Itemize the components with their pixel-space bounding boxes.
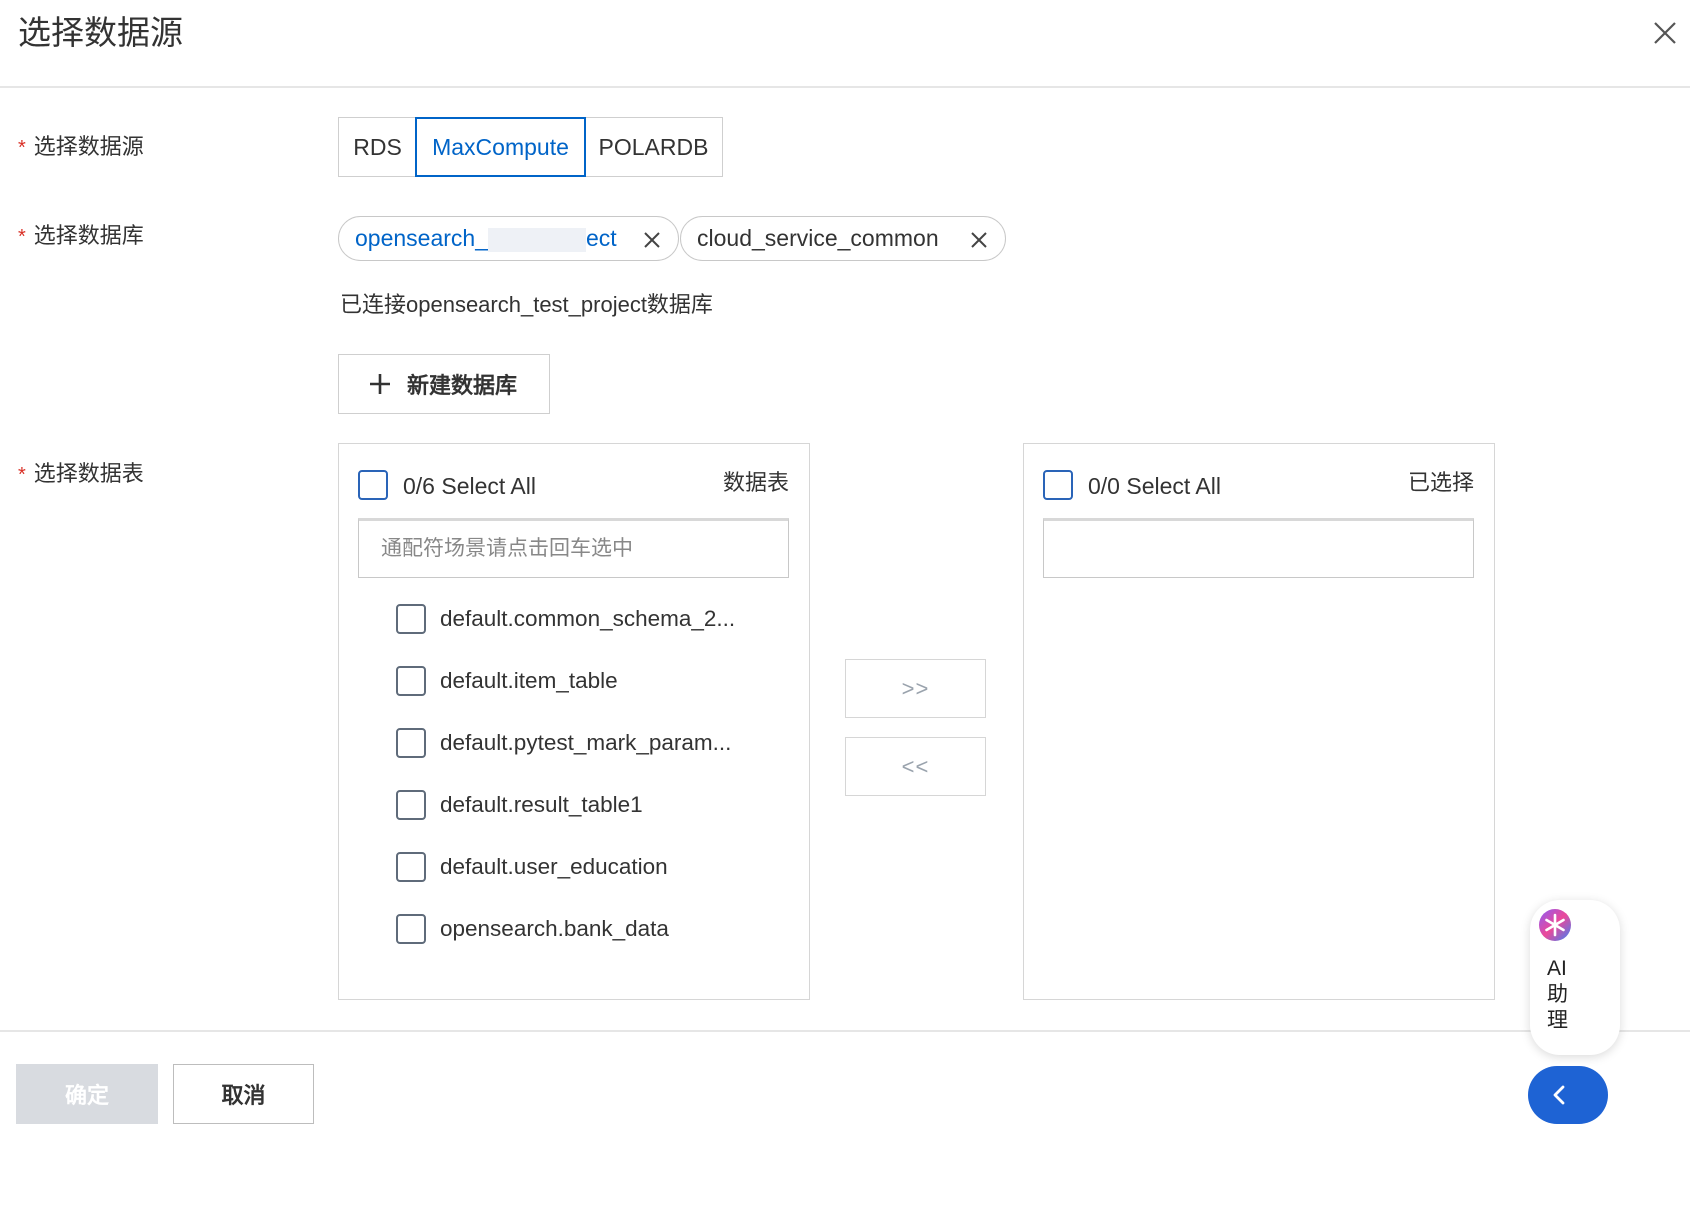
dialog-title: 选择数据源 bbox=[18, 14, 183, 51]
item-checkbox[interactable] bbox=[396, 666, 426, 696]
item-label: default.result_table1 bbox=[440, 792, 643, 817]
datasource-option-rds[interactable]: RDS bbox=[338, 117, 417, 177]
item-checkbox[interactable] bbox=[396, 728, 426, 758]
close-icon[interactable] bbox=[642, 229, 662, 249]
datasource-label-text: 选择数据源 bbox=[33, 134, 144, 159]
ai-assistant-button[interactable]: AI助理 bbox=[1530, 900, 1620, 1055]
required-mark: * bbox=[18, 226, 26, 248]
datasource-option-maxcompute[interactable]: MaxCompute bbox=[415, 117, 586, 177]
item-label: default.item_table bbox=[440, 668, 618, 693]
transfer-source-panel: 0/6 Select All 数据表 default.common_schema… bbox=[338, 443, 810, 1000]
close-icon[interactable] bbox=[969, 229, 989, 249]
move-right-button[interactable]: >> bbox=[845, 659, 986, 718]
list-item[interactable]: default.common_schema_2... bbox=[396, 599, 786, 639]
database-label: * 选择数据库 bbox=[18, 221, 144, 252]
item-label: default.pytest_mark_param... bbox=[440, 730, 732, 755]
list-item[interactable]: opensearch.bank_data bbox=[396, 909, 786, 949]
datasource-option-polardb[interactable]: POLARDB bbox=[584, 117, 723, 177]
chevron-left-icon bbox=[1553, 1085, 1565, 1105]
select-all-checkbox[interactable] bbox=[358, 470, 388, 500]
transfer-target-panel: 0/0 Select All 已选择 bbox=[1023, 443, 1495, 1000]
select-all-checkbox[interactable] bbox=[1043, 470, 1073, 500]
connected-database-text: 已连接opensearch_test_project数据库 bbox=[340, 292, 713, 317]
required-mark: * bbox=[18, 137, 26, 159]
target-panel-title: 已选择 bbox=[1407, 470, 1474, 495]
item-checkbox[interactable] bbox=[396, 604, 426, 634]
list-item[interactable]: default.result_table1 bbox=[396, 785, 786, 825]
ai-assistant-label: AI助理 bbox=[1547, 957, 1568, 1032]
move-left-button[interactable]: << bbox=[845, 737, 986, 796]
collapse-button[interactable] bbox=[1528, 1066, 1608, 1124]
source-panel-title: 数据表 bbox=[722, 470, 789, 495]
ai-assistant-icon bbox=[1539, 909, 1571, 941]
item-checkbox[interactable] bbox=[396, 790, 426, 820]
item-label: default.user_education bbox=[440, 854, 668, 879]
header-divider bbox=[0, 86, 1690, 88]
database-tag-text: cloud_service_common bbox=[697, 225, 939, 251]
new-database-button[interactable]: 新建数据库 bbox=[338, 354, 550, 414]
item-checkbox[interactable] bbox=[396, 852, 426, 882]
table-label-text: 选择数据表 bbox=[33, 461, 144, 486]
list-item[interactable]: default.item_table bbox=[396, 661, 786, 701]
new-database-label: 新建数据库 bbox=[407, 373, 518, 398]
item-label: default.common_schema_2... bbox=[440, 606, 736, 631]
plus-icon bbox=[370, 374, 390, 394]
datasource-label: * 选择数据源 bbox=[18, 132, 144, 163]
database-label-text: 选择数据库 bbox=[33, 223, 144, 248]
list-item[interactable]: default.pytest_mark_param... bbox=[396, 723, 786, 763]
item-label: opensearch.bank_data bbox=[440, 916, 669, 941]
select-all-label: 0/6 Select All bbox=[403, 473, 536, 499]
required-mark: * bbox=[18, 464, 26, 486]
confirm-button[interactable]: 确定 bbox=[16, 1064, 158, 1124]
selected-search-input[interactable] bbox=[1043, 518, 1474, 578]
table-search-input[interactable] bbox=[358, 518, 789, 578]
database-tag-cloud-service-common[interactable]: cloud_service_common bbox=[680, 216, 1006, 261]
redacted-block bbox=[488, 227, 586, 252]
database-tag-opensearch[interactable]: opensearch_ ect bbox=[338, 216, 679, 261]
close-icon[interactable] bbox=[1650, 18, 1680, 48]
cancel-button[interactable]: 取消 bbox=[173, 1064, 314, 1124]
list-item[interactable]: default.user_education bbox=[396, 847, 786, 887]
item-checkbox[interactable] bbox=[396, 914, 426, 944]
database-tag-text: opensearch_ ect bbox=[355, 225, 617, 252]
table-list: default.common_schema_2... default.item_… bbox=[396, 599, 786, 949]
select-all-label: 0/0 Select All bbox=[1088, 473, 1221, 499]
table-label: * 选择数据表 bbox=[18, 459, 144, 490]
footer-divider bbox=[0, 1030, 1690, 1032]
